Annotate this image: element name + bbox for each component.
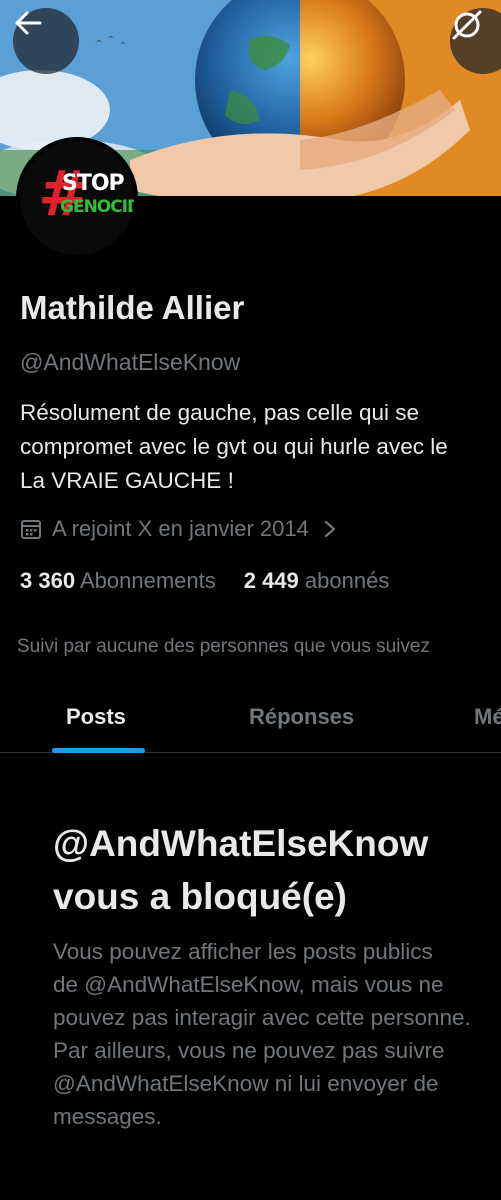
tab-media[interactable]: Mé (474, 704, 501, 730)
chevron-right-icon (324, 520, 335, 538)
logo-text-stop: STOP (62, 171, 125, 196)
followed-by-text: Suivi par aucune des personnes que vous … (17, 636, 430, 657)
profile-name: Mathilde Allier (20, 289, 245, 326)
joined-text: A rejoint X en janvier 2014 (52, 516, 309, 541)
blocked-text-line: Par ailleurs, vous ne pouvez pas suivre (53, 1038, 445, 1063)
profile-bio: Résolument de gauche, pas celle qui se c… (20, 396, 501, 498)
profile-handle: @AndWhatElseKnow (20, 349, 241, 375)
blocked-title-line: @AndWhatElseKnow (53, 823, 429, 864)
tab-replies[interactable]: Réponses (249, 704, 354, 730)
blocked-text-line: pouvez pas interagir avec cette personne… (53, 1005, 471, 1030)
followers-label: abonnés (304, 568, 390, 593)
grok-icon (452, 10, 482, 40)
following-count: 3 360 (20, 568, 76, 593)
tab-posts[interactable]: Posts (66, 704, 126, 730)
blocked-text-line: de @AndWhatElseKnow, mais vous ne (53, 972, 444, 997)
blocked-text-line: Vous pouvez afficher les posts publics (53, 939, 433, 964)
bio-line: Résolument de gauche, pas celle qui se (20, 400, 420, 425)
blocked-description: Vous pouvez afficher les posts publics d… (53, 935, 471, 1133)
avatar[interactable]: # STOP GENOCIDE (16, 137, 138, 259)
profile-tabs: Posts Réponses Mé (0, 692, 501, 753)
back-button[interactable] (13, 8, 79, 74)
joined-date[interactable]: A rejoint X en janvier 2014 (20, 516, 337, 542)
followers-link[interactable]: 2 449 abonnés (244, 568, 390, 593)
blocked-title-line: vous a bloqué(e) (53, 876, 347, 917)
logo-text-genocide: GENOCIDE (60, 197, 134, 217)
arrow-left-icon (15, 11, 42, 35)
following-link[interactable]: 3 360 Abonnements (20, 568, 216, 593)
calendar-icon (21, 520, 41, 539)
following-label: Abonnements (79, 568, 216, 593)
active-tab-indicator (52, 748, 145, 753)
followers-count: 2 449 (243, 568, 299, 593)
blocked-text-line: messages. (53, 1104, 162, 1129)
follow-stats: 3 360 Abonnements 2 449 abonnés (20, 568, 389, 594)
blocked-text-line: @AndWhatElseKnow ni lui envoyer de (53, 1071, 439, 1096)
blocked-title: @AndWhatElseKnow vous a bloqué(e) (53, 817, 428, 923)
bio-line: compromet avec le gvt ou qui hurle avec … (20, 434, 448, 459)
bio-line: La VRAIE GAUCHE ! (20, 468, 234, 493)
